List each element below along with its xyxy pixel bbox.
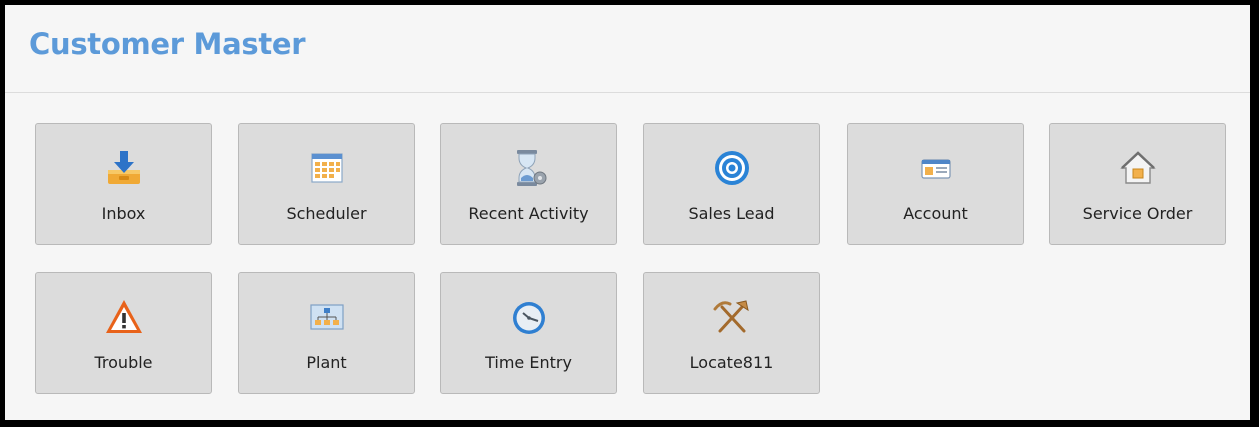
- inbox-tile[interactable]: Inbox: [35, 123, 212, 245]
- service-order-label: Service Order: [1082, 204, 1193, 223]
- locate811-label: Locate811: [689, 353, 774, 372]
- time-entry-tile[interactable]: Time Entry: [440, 272, 617, 394]
- scheduler-icon: [305, 146, 349, 190]
- plant-tile[interactable]: Plant: [238, 272, 415, 394]
- pick-shovel-icon: [710, 295, 754, 339]
- trouble-tile[interactable]: Trouble: [35, 272, 212, 394]
- scheduler-label: Scheduler: [286, 204, 367, 223]
- plant-label: Plant: [306, 353, 347, 372]
- account-label: Account: [903, 204, 968, 223]
- hourglass-icon: [507, 146, 551, 190]
- account-tile[interactable]: Account: [847, 123, 1024, 245]
- trouble-label: Trouble: [94, 353, 153, 372]
- clock-icon: [507, 295, 551, 339]
- customer-master-panel: Customer Master Inbox Scheduler Recent A…: [5, 5, 1250, 420]
- house-icon: [1116, 146, 1160, 190]
- target-icon: [710, 146, 754, 190]
- inbox-label: Inbox: [101, 204, 146, 223]
- plant-network-icon: [305, 295, 349, 339]
- locate811-tile[interactable]: Locate811: [643, 272, 820, 394]
- warning-icon: [102, 295, 146, 339]
- inbox-icon: [102, 146, 146, 190]
- sales-lead-label: Sales Lead: [688, 204, 775, 223]
- scheduler-tile[interactable]: Scheduler: [238, 123, 415, 245]
- sales-lead-tile[interactable]: Sales Lead: [643, 123, 820, 245]
- page-title: Customer Master: [29, 27, 306, 61]
- panel-header: Customer Master: [5, 5, 1250, 93]
- service-order-tile[interactable]: Service Order: [1049, 123, 1226, 245]
- recent-activity-tile[interactable]: Recent Activity: [440, 123, 617, 245]
- recent-activity-label: Recent Activity: [468, 204, 589, 223]
- account-card-icon: [914, 146, 958, 190]
- time-entry-label: Time Entry: [485, 353, 572, 372]
